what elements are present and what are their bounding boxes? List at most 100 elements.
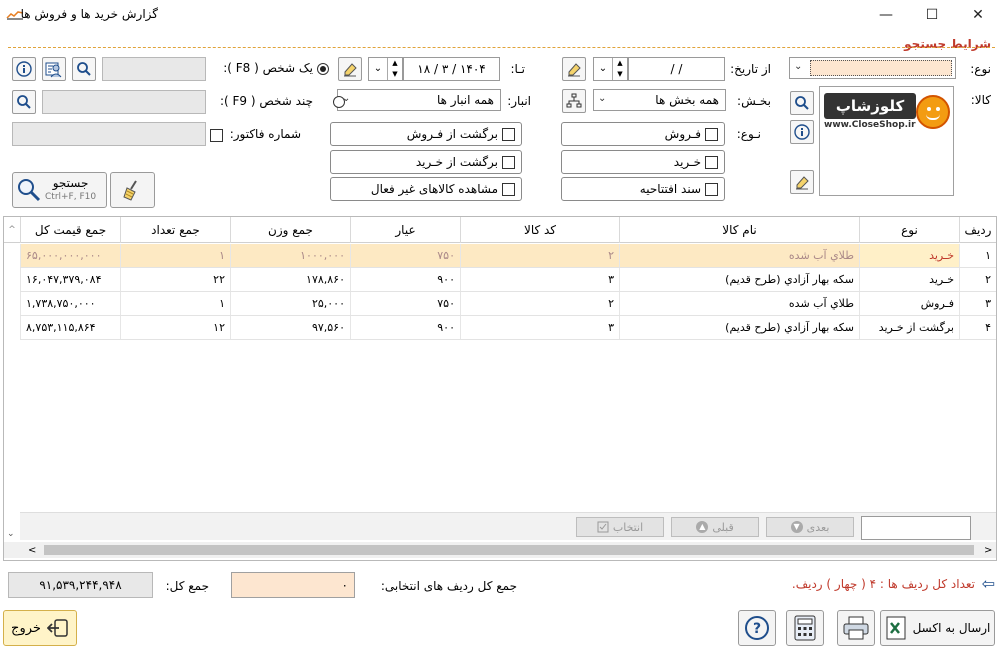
person-card-button[interactable] [42,57,66,81]
scroll-down-icon[interactable]: ⌄ [7,529,15,539]
select-button[interactable]: انتخاب [576,517,664,537]
invoice-field[interactable] [12,122,206,146]
arrow-up-icon: ▲ [696,521,709,533]
cell-code: ۲ [460,244,619,267]
section-tree-button[interactable] [562,89,586,113]
chevron-down-icon: ⌄ [373,63,383,74]
opening-doc-checkbox-box[interactable] [705,182,718,196]
col-weight-header[interactable]: جمع وزن [230,217,350,243]
from-date-field[interactable]: / / [628,57,725,81]
col-karat-header[interactable]: عیار [350,217,460,243]
inactive-goods-checkbox-label: مشاهده کالاهای غیر فعال [370,182,498,196]
exit-button[interactable]: خروج [3,610,77,646]
from-date-spinner[interactable]: ⌄ ▲ ▼ [593,57,628,81]
table-row[interactable]: ۱۶,۰۴۷,۳۷۹,۰۸۴ ۲۲ ۱۷۸,۸۶۰ ۹۰۰ ۳ سکه بهار… [20,268,996,292]
cell-count: ۱۲ [120,316,230,339]
calculator-button[interactable] [786,610,824,646]
section-select[interactable]: ⌄ همه بخش ها [593,89,726,111]
col-type-header[interactable]: نوع [859,217,959,243]
help-icon: ? [745,616,769,640]
product-image[interactable]: کلوزشاپ www.CloseShop.ir [819,86,954,196]
return-purchase-checkbox[interactable]: برگشت از خـرید [330,150,522,174]
next-page-button[interactable]: بعدی ▼ [766,517,854,537]
search-icon [77,62,91,76]
to-date-clear-button[interactable] [338,57,362,81]
broom-icon [122,180,137,201]
purchase-checkbox[interactable]: خـرید [561,150,725,174]
col-name-header[interactable]: نام کالا [619,217,859,243]
user-card-icon [45,62,62,78]
col-row-header[interactable]: ردیف [959,217,996,243]
sale-checkbox-box[interactable] [705,127,718,141]
one-person-field[interactable] [102,57,206,81]
cell-name: سکه بهار آزادي (طرح قديم) [619,316,859,339]
scroll-left-icon[interactable]: < [28,545,36,556]
search-section-title: شرایط جستجو [904,37,991,51]
exit-icon [46,619,68,637]
scrollbar-thumb[interactable] [44,545,974,555]
clear-filters-button[interactable] [110,172,155,208]
person-search-button[interactable] [72,57,96,81]
cell-code: ۳ [460,268,619,291]
col-code-header[interactable]: کد کالا [460,217,619,243]
purchase-checkbox-box[interactable] [705,155,718,169]
col-count-header[interactable]: جمع تعداد [120,217,230,243]
return-sale-checkbox-box[interactable] [502,127,515,141]
spin-icon: ▲ ▼ [387,58,402,80]
sale-checkbox[interactable]: فـروش [561,122,725,146]
person-info-button[interactable] [12,57,36,81]
warehouse-select[interactable]: ⌄ همه انبار ها [337,89,501,111]
total-field: ۹۱,۵۳۹,۲۴۴,۹۴۸ [8,572,153,598]
sale-checkbox-label: فـروش [664,127,701,141]
multi-person-search-button[interactable] [12,90,36,114]
scroll-right-icon[interactable]: > [984,545,992,556]
col-price-header[interactable]: جمع قیمت کل [20,217,120,243]
cell-row: ۲ [959,268,996,291]
table-row[interactable]: ۶۵,۰۰۰,۰۰۰,۰۰۰ ۱ ۱۰۰۰,۰۰۰ ۷۵۰ ۲ طلاي آب … [20,244,996,268]
from-date-clear-button[interactable] [562,57,586,81]
inactive-goods-checkbox[interactable]: مشاهده کالاهای غیر فعال [330,177,522,201]
page-input[interactable] [861,516,971,540]
cell-code: ۳ [460,316,619,339]
arrow-left-icon: ⇦ [981,574,995,593]
return-purchase-checkbox-label: برگشت از خـرید [415,155,498,169]
purchase-checkbox-label: خـرید [673,155,701,169]
return-sale-checkbox[interactable]: برگشت از فـروش [330,122,522,146]
product-label: کالا: [970,93,991,107]
search-button-shortcut: Ctrl+F, F10 [45,192,97,202]
print-button[interactable] [837,610,875,646]
send-to-excel-button[interactable]: ارسال به اکسل [880,610,995,646]
type-select[interactable]: ⌄ [789,57,956,79]
product-clear-button[interactable] [790,170,814,194]
results-grid[interactable]: ^ جمع قیمت کل جمع تعداد جمع وزن عیار کد … [3,216,997,561]
product-search-button[interactable] [790,91,814,115]
selected-total-field: ۰ [231,572,355,598]
table-row[interactable]: ۸,۷۵۳,۱۱۵,۸۶۴ ۱۲ ۹۷,۵۶۰ ۹۰۰ ۳ سکه بهار آ… [20,316,996,340]
multi-person-radio[interactable] [332,96,345,108]
opening-doc-checkbox[interactable]: سند افتتاحیه [561,177,725,201]
one-person-radio[interactable] [317,63,329,75]
multi-person-field[interactable] [42,90,206,114]
to-date-spinner[interactable]: ⌄ ▲ ▼ [368,57,403,81]
title-bar: گزارش خرید ها و فروش ها — ☐ ✕ [0,0,1003,31]
close-button[interactable]: ✕ [955,0,1001,30]
to-date-value: ۱۸ / ۳ / ۱۴۰۴ [417,62,486,76]
product-info-button[interactable] [790,120,814,144]
prev-page-button[interactable]: قبلی ▲ [671,517,759,537]
type-label: نوع: [970,62,991,76]
cell-row: ۳ [959,292,996,315]
maximize-button[interactable]: ☐ [909,0,955,30]
minimize-button[interactable]: — [863,0,909,30]
horizontal-scrollbar[interactable]: < > [4,542,996,558]
search-icon [18,179,41,202]
inactive-goods-checkbox-box[interactable] [502,182,515,196]
search-button[interactable]: جستجو Ctrl+F, F10 [12,172,107,208]
cell-name: طلاي آب شده [619,292,859,315]
help-button[interactable]: ? [738,610,776,646]
table-row[interactable]: ۱,۷۳۸,۷۵۰,۰۰۰ ۱ ۲۵,۰۰۰ ۷۵۰ ۲ طلاي آب شده… [20,292,996,316]
invoice-checkbox[interactable] [210,129,223,142]
cell-type: خـرید [859,244,959,267]
logo-text: کلوزشاپ [824,93,916,119]
return-purchase-checkbox-box[interactable] [502,155,515,169]
to-date-field[interactable]: ۱۸ / ۳ / ۱۴۰۴ [403,57,500,81]
